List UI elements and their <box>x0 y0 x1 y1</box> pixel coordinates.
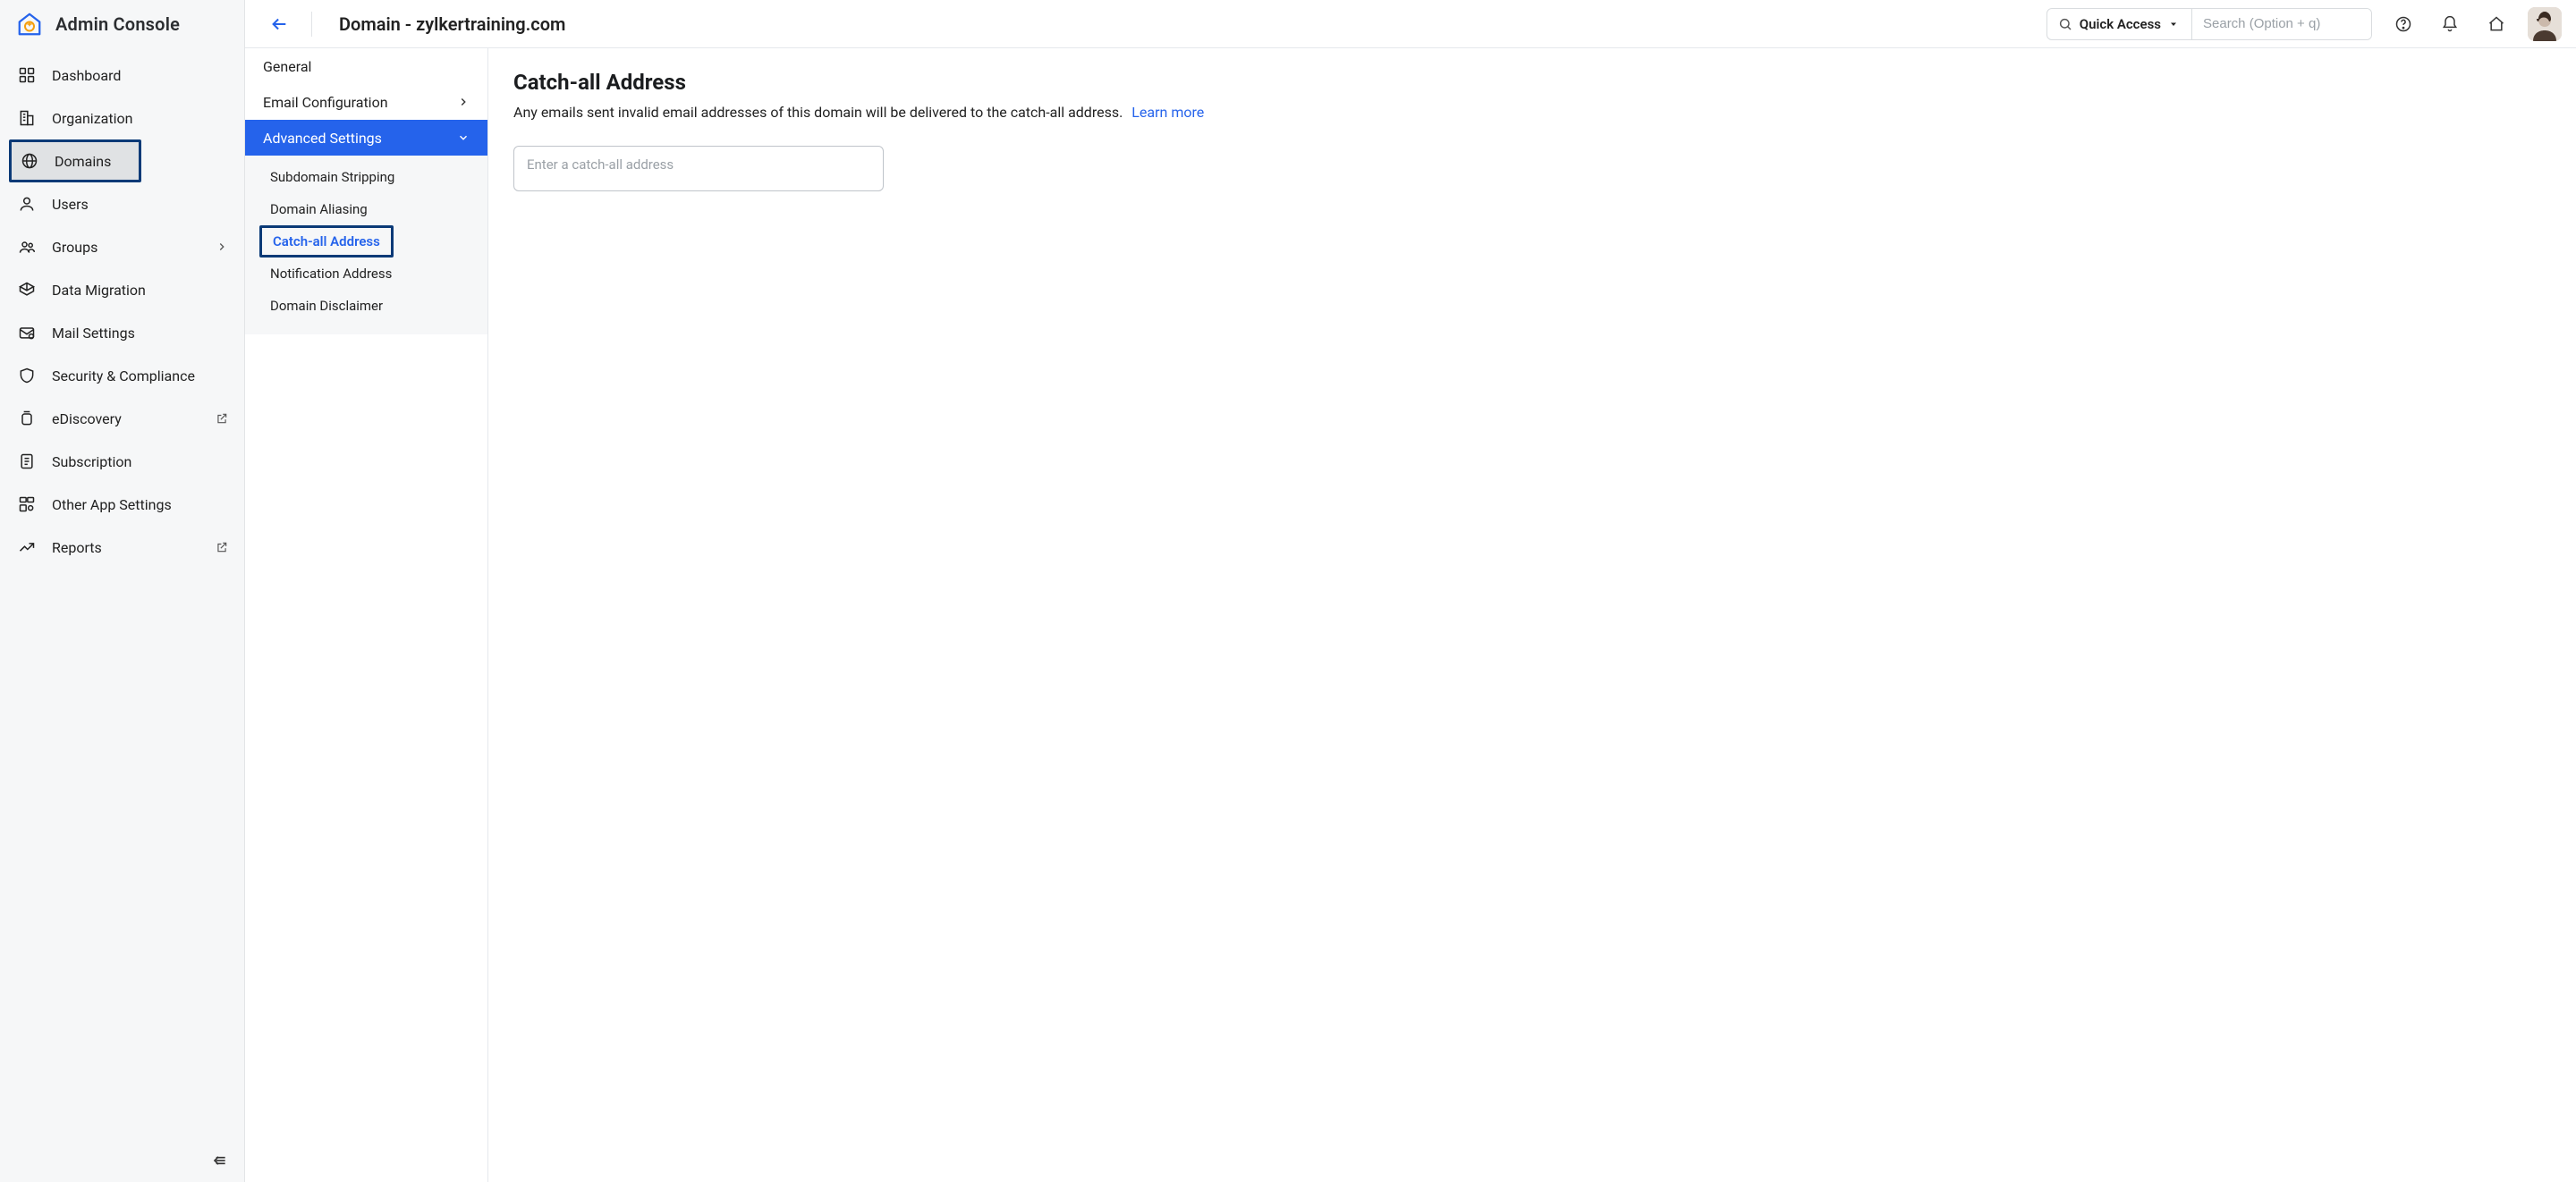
primary-nav: Dashboard Organization Domains <box>0 48 244 569</box>
settings-item-label: Email Configuration <box>263 94 388 111</box>
content-title: Catch-all Address <box>513 70 2551 95</box>
settings-item-email-configuration[interactable]: Email Configuration <box>245 84 487 120</box>
settings-item-advanced-settings[interactable]: Advanced Settings <box>245 120 487 156</box>
user-avatar[interactable] <box>2528 7 2562 41</box>
migration-icon <box>18 281 36 299</box>
sidebar-item-ediscovery[interactable]: eDiscovery <box>0 397 244 440</box>
external-link-icon <box>216 412 228 425</box>
search-combo: Quick Access <box>2046 8 2372 40</box>
sidebar-item-label: Other App Settings <box>52 496 172 513</box>
sub-item-domain-aliasing[interactable]: Domain Aliasing <box>245 193 487 225</box>
external-link-icon <box>216 541 228 553</box>
collapse-sidebar-icon[interactable] <box>210 1152 228 1169</box>
sidebar-item-label: Dashboard <box>52 67 121 84</box>
advanced-settings-submenu: Subdomain Stripping Domain Aliasing Catc… <box>245 156 487 334</box>
sidebar-item-mail-settings[interactable]: Mail Settings <box>0 311 244 354</box>
dashboard-icon <box>18 66 36 84</box>
sidebar-item-label: Data Migration <box>52 282 146 299</box>
main-content: Catch-all Address Any emails sent invali… <box>488 48 2576 1182</box>
sub-item-notification-address[interactable]: Notification Address <box>245 258 487 290</box>
apps-icon <box>18 495 36 513</box>
sidebar-item-label: Reports <box>52 539 102 556</box>
home-button[interactable] <box>2481 9 2512 39</box>
sidebar-item-security[interactable]: Security & Compliance <box>0 354 244 397</box>
sidebar-item-label: Mail Settings <box>52 325 135 342</box>
settings-sidebar: General Email Configuration Advanced Set… <box>245 48 488 1182</box>
header-divider <box>311 12 312 37</box>
input-placeholder: Enter a catch-all address <box>527 156 674 173</box>
learn-more-link[interactable]: Learn more <box>1131 104 1204 121</box>
sub-item-label: Notification Address <box>270 266 392 282</box>
sub-item-label: Domain Disclaimer <box>270 298 383 314</box>
sidebar-item-data-migration[interactable]: Data Migration <box>0 268 244 311</box>
back-button[interactable] <box>267 12 292 37</box>
search-input[interactable] <box>2192 9 2371 39</box>
sub-item-label: Domain Aliasing <box>270 201 368 217</box>
brand: Admin Console <box>0 0 244 48</box>
brand-title: Admin Console <box>55 13 180 35</box>
primary-sidebar: Admin Console Dashboard Organization <box>0 0 245 1182</box>
chevron-right-icon <box>216 241 228 253</box>
user-icon <box>18 195 36 213</box>
sub-item-catch-all-address[interactable]: Catch-all Address <box>259 225 394 258</box>
receipt-icon <box>18 452 36 470</box>
sidebar-item-domains[interactable]: Domains <box>9 139 141 182</box>
sub-item-label: Subdomain Stripping <box>270 169 394 185</box>
sidebar-item-organization[interactable]: Organization <box>0 97 244 139</box>
brand-logo-icon <box>16 11 43 38</box>
settings-item-general[interactable]: General <box>245 48 487 84</box>
chevron-down-icon <box>457 131 470 144</box>
building-icon <box>18 109 36 127</box>
quick-access-label: Quick Access <box>2080 16 2161 32</box>
mail-settings-icon <box>18 324 36 342</box>
sidebar-item-users[interactable]: Users <box>0 182 244 225</box>
sidebar-item-reports[interactable]: Reports <box>0 526 244 569</box>
sidebar-item-label: Organization <box>52 110 132 127</box>
group-icon <box>18 238 36 256</box>
sidebar-item-label: Groups <box>52 239 97 256</box>
jar-icon <box>18 409 36 427</box>
sidebar-item-label: eDiscovery <box>52 410 122 427</box>
settings-item-label: Advanced Settings <box>263 130 382 147</box>
sidebar-item-label: Users <box>52 196 89 213</box>
sidebar-item-groups[interactable]: Groups <box>0 225 244 268</box>
sidebar-item-subscription[interactable]: Subscription <box>0 440 244 483</box>
sidebar-item-label: Security & Compliance <box>52 367 195 384</box>
sub-item-label: Catch-all Address <box>273 233 380 249</box>
content-description-text: Any emails sent invalid email addresses … <box>513 104 1123 121</box>
sub-item-subdomain-stripping[interactable]: Subdomain Stripping <box>245 161 487 193</box>
shield-icon <box>18 367 36 384</box>
search-icon <box>2058 17 2072 31</box>
sidebar-item-dashboard[interactable]: Dashboard <box>0 54 244 97</box>
notifications-button[interactable] <box>2435 9 2465 39</box>
sub-item-domain-disclaimer[interactable]: Domain Disclaimer <box>245 290 487 322</box>
caret-down-icon <box>2168 19 2179 30</box>
quick-access-dropdown[interactable]: Quick Access <box>2047 9 2192 39</box>
page-title: Domain - zylkertraining.com <box>339 13 565 35</box>
sidebar-item-other-app-settings[interactable]: Other App Settings <box>0 483 244 526</box>
globe-icon <box>21 152 38 170</box>
catch-all-address-input[interactable]: Enter a catch-all address <box>513 146 884 191</box>
sidebar-item-label: Domains <box>55 153 111 170</box>
help-button[interactable] <box>2388 9 2419 39</box>
content-description: Any emails sent invalid email addresses … <box>513 104 2551 121</box>
chart-icon <box>18 538 36 556</box>
settings-item-label: General <box>263 58 311 75</box>
top-header: Domain - zylkertraining.com Quick Access <box>245 0 2576 48</box>
chevron-right-icon <box>457 96 470 108</box>
sidebar-item-label: Subscription <box>52 453 131 470</box>
